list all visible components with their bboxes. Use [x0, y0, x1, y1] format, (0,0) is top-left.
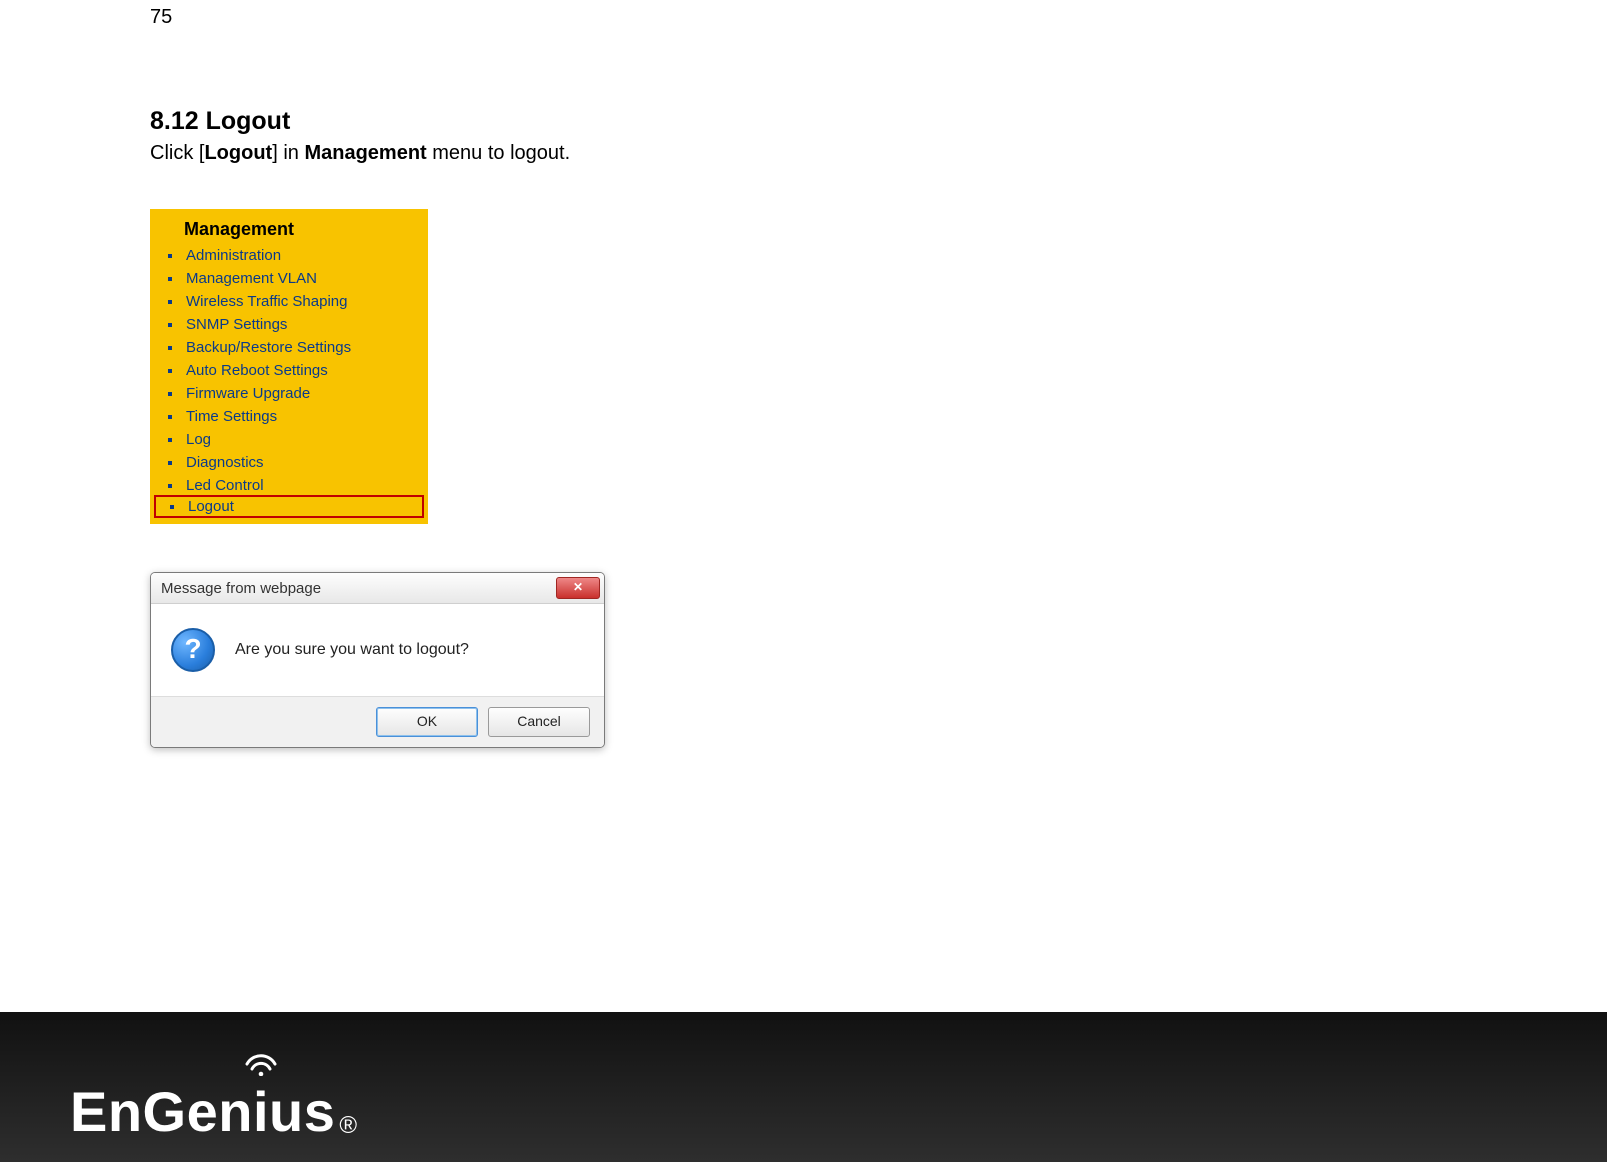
management-menu-item-label: Backup/Restore Settings: [186, 339, 351, 356]
dialog-button-row: OK Cancel: [151, 696, 604, 747]
section-heading: 8.12 Logout: [150, 107, 1450, 136]
management-menu-item-label: Diagnostics: [186, 454, 264, 471]
management-menu-item[interactable]: Wireless Traffic Shaping: [154, 290, 424, 313]
question-icon: ?: [171, 628, 215, 672]
dialog-title: Message from webpage: [161, 580, 321, 597]
bullet-icon: [168, 369, 172, 373]
management-menu-item[interactable]: Auto Reboot Settings: [154, 359, 424, 382]
ok-button[interactable]: OK: [376, 707, 478, 737]
management-menu-item-label: Auto Reboot Settings: [186, 362, 328, 379]
management-menu-item[interactable]: SNMP Settings: [154, 313, 424, 336]
wifi-icon: [243, 1050, 279, 1076]
instruction-text: menu to logout.: [427, 142, 570, 164]
bullet-icon: [170, 505, 174, 509]
brand-text-right: us: [269, 1084, 335, 1140]
management-menu-item-label: Log: [186, 431, 211, 448]
management-menu-item[interactable]: Administration: [154, 244, 424, 267]
bullet-icon: [168, 438, 172, 442]
management-menu-item-label: Firmware Upgrade: [186, 385, 310, 402]
management-menu-item[interactable]: Backup/Restore Settings: [154, 336, 424, 359]
bullet-icon: [168, 254, 172, 258]
management-menu-item-label: Management VLAN: [186, 270, 317, 287]
confirm-dialog: Message from webpage ✕ ? Are you sure yo…: [150, 572, 605, 748]
bullet-icon: [168, 484, 172, 488]
dialog-titlebar: Message from webpage ✕: [151, 573, 604, 604]
bullet-icon: [168, 461, 172, 465]
brand-text-left: EnGen: [70, 1084, 253, 1140]
management-menu-item-label: Administration: [186, 247, 281, 264]
instruction-logout-bold: Logout: [204, 142, 272, 164]
management-menu: Management Administration Management VLAN…: [150, 209, 428, 524]
management-menu-item[interactable]: Logout: [154, 495, 424, 518]
instruction-line: Click [Logout] in Management menu to log…: [150, 142, 1450, 165]
bullet-icon: [168, 346, 172, 350]
management-menu-item[interactable]: Management VLAN: [154, 267, 424, 290]
management-menu-item[interactable]: Diagnostics: [154, 451, 424, 474]
bullet-icon: [168, 277, 172, 281]
management-menu-item[interactable]: Firmware Upgrade: [154, 382, 424, 405]
management-menu-item-label: Time Settings: [186, 408, 277, 425]
management-menu-item[interactable]: Time Settings: [154, 405, 424, 428]
instruction-text: Click [: [150, 142, 204, 164]
registered-mark: ®: [339, 1112, 357, 1140]
management-menu-title: Management: [154, 213, 424, 244]
bullet-icon: [168, 392, 172, 396]
management-menu-item-label: Logout: [188, 498, 234, 515]
bullet-icon: [168, 323, 172, 327]
bullet-icon: [168, 415, 172, 419]
page-number: 75: [150, 6, 1450, 29]
instruction-text: ] in: [272, 142, 304, 164]
cancel-button[interactable]: Cancel: [488, 707, 590, 737]
bullet-icon: [168, 300, 172, 304]
dialog-message: Are you sure you want to logout?: [235, 641, 469, 659]
brand-logo: EnGen i us®: [70, 1074, 357, 1140]
management-menu-item[interactable]: Log: [154, 428, 424, 451]
page-footer: EnGen i us®: [0, 1012, 1607, 1162]
management-menu-item-label: Wireless Traffic Shaping: [186, 293, 347, 310]
management-menu-item[interactable]: Led Control: [154, 474, 424, 497]
dialog-body: ? Are you sure you want to logout?: [151, 604, 604, 696]
brand-text-i: i: [253, 1074, 269, 1140]
management-menu-item-label: Led Control: [186, 477, 264, 494]
close-icon[interactable]: ✕: [556, 577, 600, 599]
instruction-management-bold: Management: [304, 142, 426, 164]
management-menu-item-label: SNMP Settings: [186, 316, 287, 333]
